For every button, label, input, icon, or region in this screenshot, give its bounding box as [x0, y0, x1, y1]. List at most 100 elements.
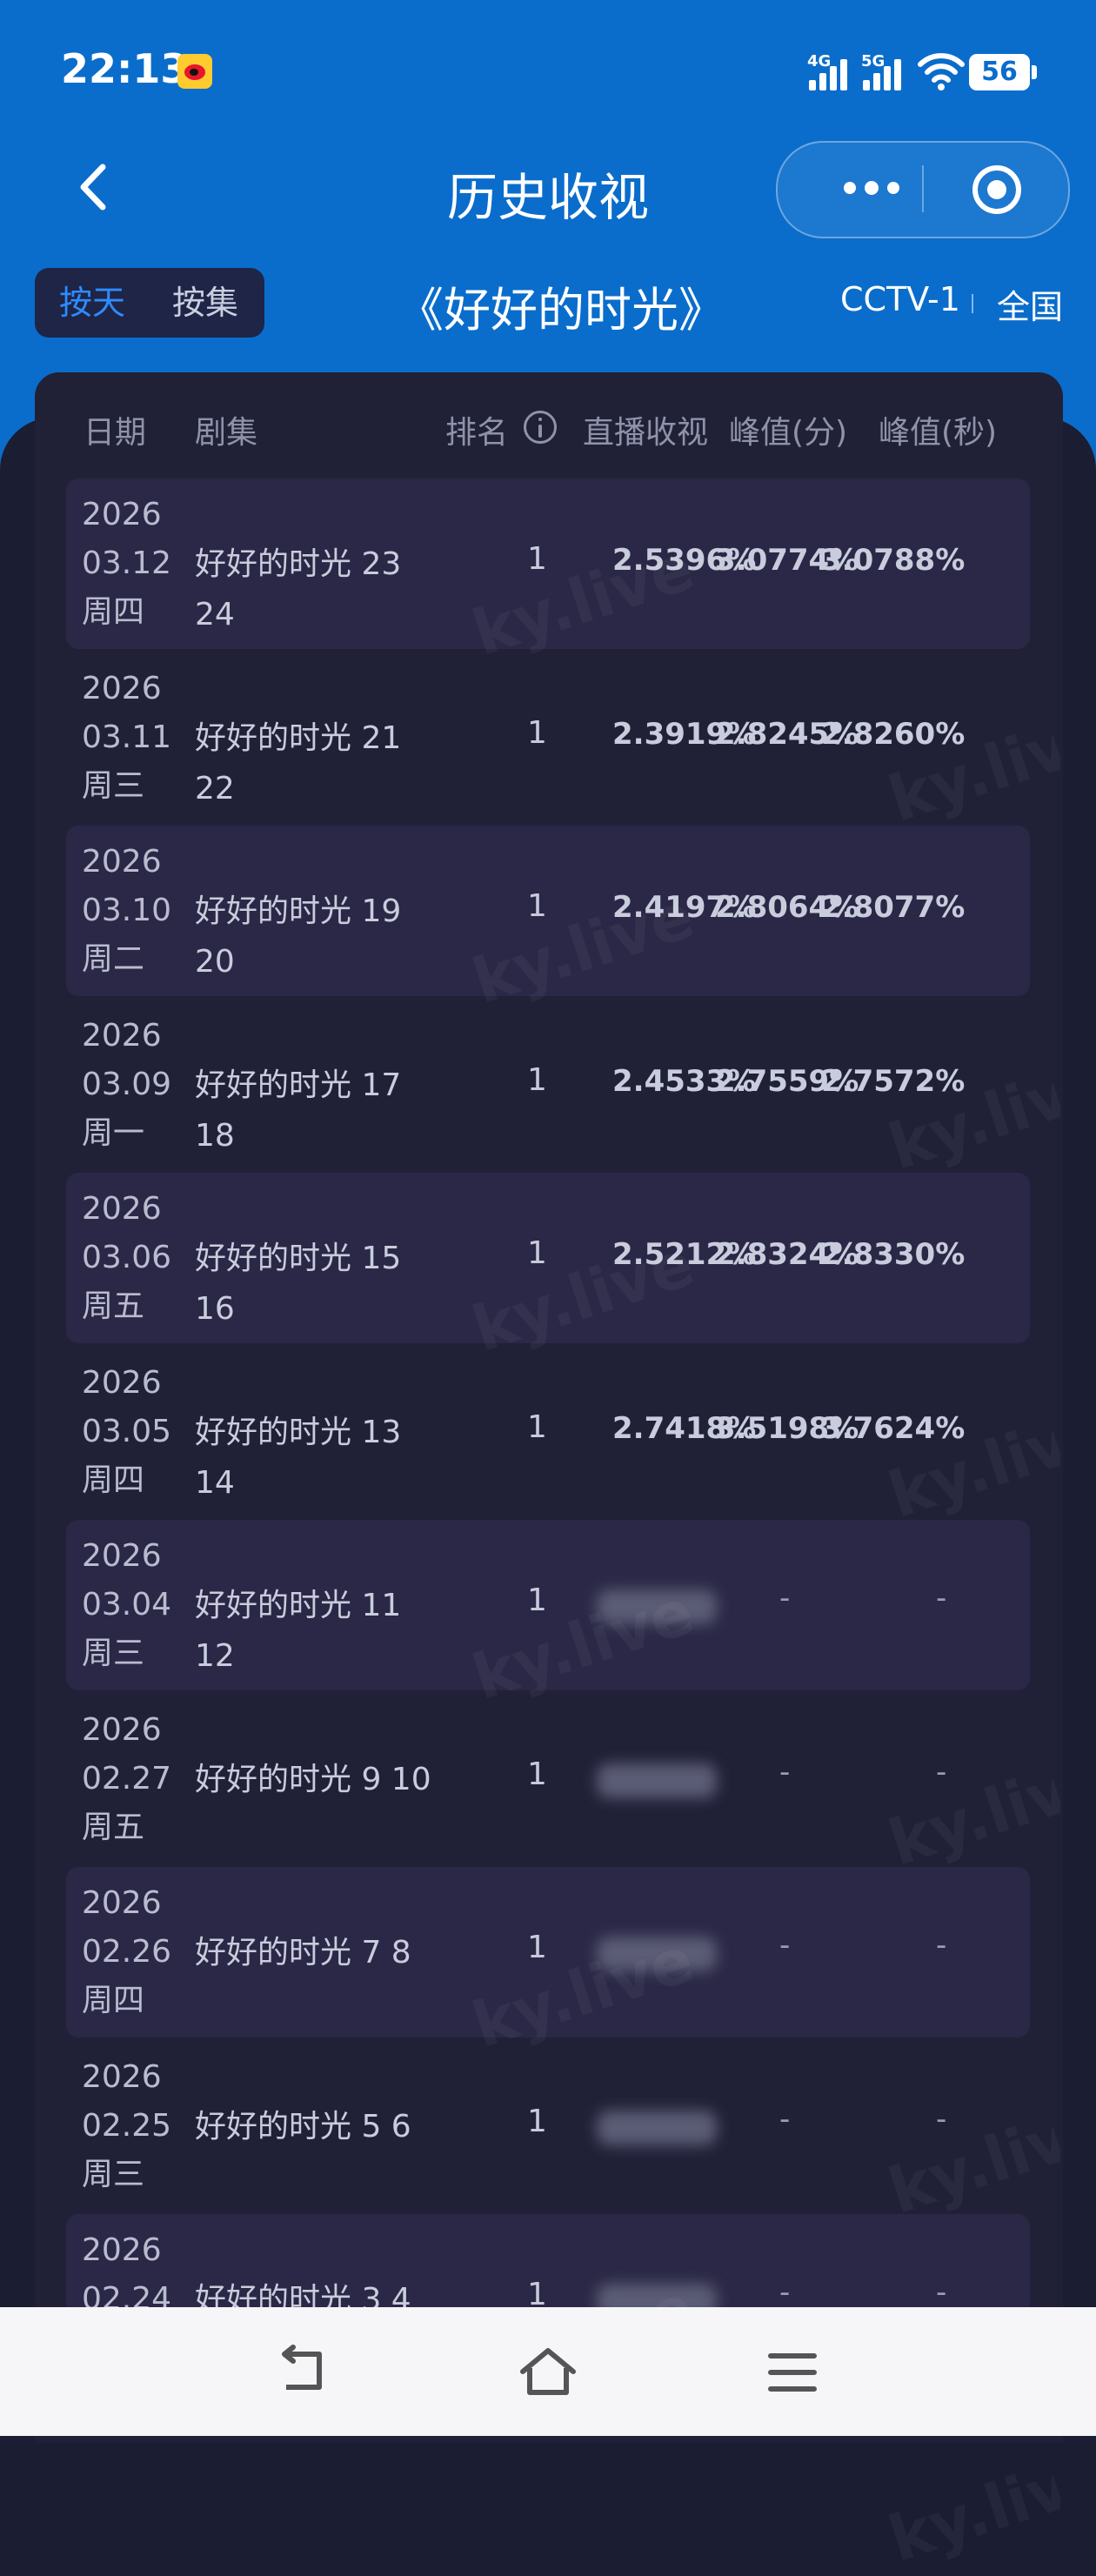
table-row[interactable]: 2026 03.05 周四 好好的时光 13 14 1 2.7418% 3.5198% 3.7…: [66, 1347, 1030, 1517]
row-date: 2026 03.10 周二: [82, 838, 171, 984]
row-peak-second: -: [936, 1581, 947, 1616]
drama-title: 《好好的时光》: [397, 283, 725, 338]
row-rank: 1: [527, 2103, 547, 2139]
row-rank: 1: [527, 1930, 547, 1965]
header-date: 日期: [84, 415, 147, 451]
row-peak-minute: -: [779, 2275, 791, 2310]
row-year: 2026: [82, 1885, 162, 1921]
row-peak-minute: -: [779, 1928, 791, 1963]
row-episode: 好好的时光 11 12: [195, 1588, 402, 1674]
region-selector[interactable]: 全国: [997, 280, 1063, 328]
row-weekday: 周五: [82, 1288, 145, 1324]
row-live-rating: 2.3919%: [612, 716, 757, 752]
row-rank: 1: [527, 1582, 547, 1618]
row-peak-second: 2.8260%: [821, 716, 966, 752]
table-row[interactable]: 2026 03.09 周一 好好的时光 17 18 1 2.4533% 2.7559% 2.7…: [66, 1000, 1030, 1170]
row-rank: 1: [527, 541, 547, 577]
row-year: 2026: [82, 2232, 162, 2268]
row-episode: 好好的时光 9 10: [195, 1761, 431, 1797]
ratings-table: 日期 剧集 排名 直播收视 峰值(分) 峰值(秒) 2026 03.12 周四 好好的…: [35, 372, 1068, 2576]
mini-program-capsule: [776, 141, 1070, 238]
weibo-app-icon: [177, 54, 212, 89]
row-weekday: 周二: [82, 941, 145, 977]
blurred-live-rating: [597, 2110, 717, 2145]
row-peak-second: 3.0788%: [821, 543, 966, 578]
row-peak-minute: -: [779, 1754, 791, 1790]
row-peak-minute: 3.5198%: [715, 1410, 859, 1446]
info-icon[interactable]: [524, 411, 557, 444]
row-date: 2026 02.27 周五: [82, 1706, 171, 1852]
channel-selector[interactable]: CCTV-1: [840, 280, 960, 318]
row-peak-second: 3.7624%: [821, 1410, 966, 1446]
status-bar: 22:13 4G 5G 56: [0, 0, 1096, 139]
row-weekday: 周三: [82, 2156, 145, 2192]
table-row[interactable]: 2026 02.27 周五 好好的时光 9 10 1 - -: [66, 1694, 1030, 1864]
more-dots-icon[interactable]: [819, 143, 924, 233]
row-rank: 1: [527, 1061, 547, 1098]
header-live-rating: 直播收视: [583, 415, 709, 451]
row-live-rating: 2.4533%: [612, 1063, 757, 1099]
row-weekday: 周三: [82, 1636, 145, 1671]
row-rank: 1: [527, 1235, 547, 1271]
row-weekday: 周一: [82, 1114, 145, 1151]
row-year: 2026: [82, 1538, 162, 1574]
row-date: 2026 03.04 周三: [82, 1532, 171, 1678]
row-day: 03.04: [82, 1587, 172, 1623]
signal-5g-icon: 5G: [861, 52, 913, 90]
row-year: 2026: [82, 2058, 162, 2095]
row-year: 2026: [82, 497, 162, 532]
row-peak-second: -: [936, 2275, 947, 2310]
row-peak-minute: 2.8064%: [715, 890, 859, 925]
home-icon[interactable]: [518, 2344, 578, 2401]
view-mode-segment: 按天 按集: [35, 268, 264, 338]
row-rank: 1: [527, 714, 547, 751]
row-day: 03.11: [82, 719, 172, 755]
network-5g-label: 5G: [861, 52, 885, 70]
battery-indicator: 56: [969, 54, 1037, 90]
tab-by-day[interactable]: 按天: [59, 268, 125, 338]
row-day: 03.12: [82, 545, 172, 581]
row-day: 02.27: [82, 1760, 172, 1797]
table-header: 日期 剧集 排名 直播收视 峰值(分) 峰值(秒): [35, 372, 1063, 485]
row-episode: 好好的时光 21 22: [195, 719, 402, 806]
row-peak-minute: 2.8324%: [715, 1237, 859, 1272]
row-weekday: 周三: [82, 767, 145, 804]
header-episode: 剧集: [195, 415, 258, 451]
row-year: 2026: [82, 670, 162, 706]
header-peak-minute: 峰值(分): [729, 415, 848, 451]
target-close-icon[interactable]: [971, 164, 1023, 216]
watermark: ky.live: [880, 2452, 1068, 2576]
row-peak-minute: -: [779, 1581, 791, 1616]
row-year: 2026: [82, 1191, 162, 1227]
table-row[interactable]: 2026 03.11 周三 好好的时光 21 22 1 2.3919% 2.8245% 2.8…: [66, 652, 1030, 823]
header-rank: 排名: [445, 415, 509, 451]
menu-icon[interactable]: [762, 2344, 823, 2401]
row-day: 03.09: [82, 1066, 172, 1102]
return-icon[interactable]: [274, 2344, 335, 2401]
row-weekday: 周四: [82, 1983, 145, 2018]
row-rank: 1: [527, 1408, 547, 1445]
channel-divider: [972, 294, 973, 313]
system-nav-bar: [0, 2307, 1096, 2436]
row-day: 02.25: [82, 2107, 172, 2144]
row-date: 2026 02.26 周四: [82, 1879, 171, 2025]
wifi-icon: [918, 53, 965, 90]
row-episode: 好好的时光 5 6: [195, 2108, 411, 2144]
row-peak-second: -: [936, 1928, 947, 1963]
row-peak-second: -: [936, 1754, 947, 1790]
row-peak-second: 2.7572%: [821, 1063, 966, 1099]
row-date: 2026 03.11 周三: [82, 665, 171, 811]
row-peak-minute: 2.7559%: [715, 1063, 859, 1099]
row-rank: 1: [527, 1756, 547, 1792]
row-live-rating: 2.7418%: [612, 1410, 757, 1446]
table-row[interactable]: 2026 02.25 周三 好好的时光 5 6 1 - -: [66, 2041, 1030, 2211]
row-date: 2026 02.25 周三: [82, 2053, 171, 2199]
capsule-divider: [922, 165, 924, 212]
tab-by-episode[interactable]: 按集: [172, 268, 238, 338]
row-day: 02.26: [82, 1934, 172, 1970]
row-peak-minute: 2.8245%: [715, 716, 859, 752]
status-time: 22:13: [61, 45, 189, 92]
row-day: 03.05: [82, 1413, 172, 1449]
row-peak-minute: 3.0774%: [715, 543, 859, 578]
row-episode: 好好的时光 19 20: [195, 893, 402, 980]
